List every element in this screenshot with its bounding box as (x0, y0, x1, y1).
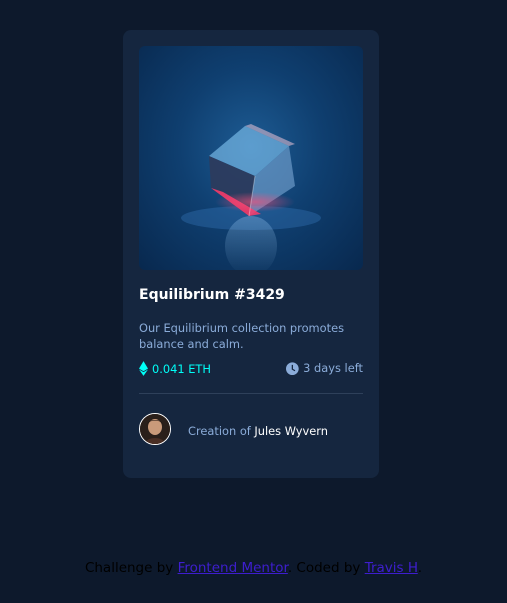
creator-name[interactable]: Jules Wyvern (254, 424, 328, 438)
attribution-suffix: . (417, 560, 423, 576)
card-description: Our Equilibrium collection promotes bala… (139, 321, 345, 351)
avatar (139, 413, 171, 445)
cube-artwork (181, 124, 321, 270)
clock-icon (286, 361, 299, 375)
creator-line: Creation of Jules Wyvern (188, 424, 328, 438)
price-value: 0.041 ETH (152, 361, 211, 376)
frontend-mentor-link[interactable]: Frontend Mentor (178, 560, 288, 576)
card-title[interactable]: Equilibrium #3429 (139, 287, 285, 303)
attribution-coded-by: . Coded by (287, 560, 361, 576)
equilibrium-image[interactable] (139, 46, 363, 270)
time-left-value: 3 days left (303, 361, 363, 375)
price-info: 0.041 ETH (139, 361, 211, 376)
attribution: Challenge by Frontend Mentor. Coded by T… (0, 560, 507, 576)
attribution-prefix: Challenge by (84, 560, 174, 576)
divider (139, 393, 363, 394)
avatar-portrait (140, 414, 170, 444)
time-info: 3 days left (286, 361, 363, 375)
ethereum-icon (139, 361, 148, 376)
nft-card: Equilibrium #3429 Our Equilibrium collec… (123, 30, 379, 478)
author-link[interactable]: Travis H (365, 560, 418, 576)
creator-prefix: Creation of (188, 424, 251, 438)
